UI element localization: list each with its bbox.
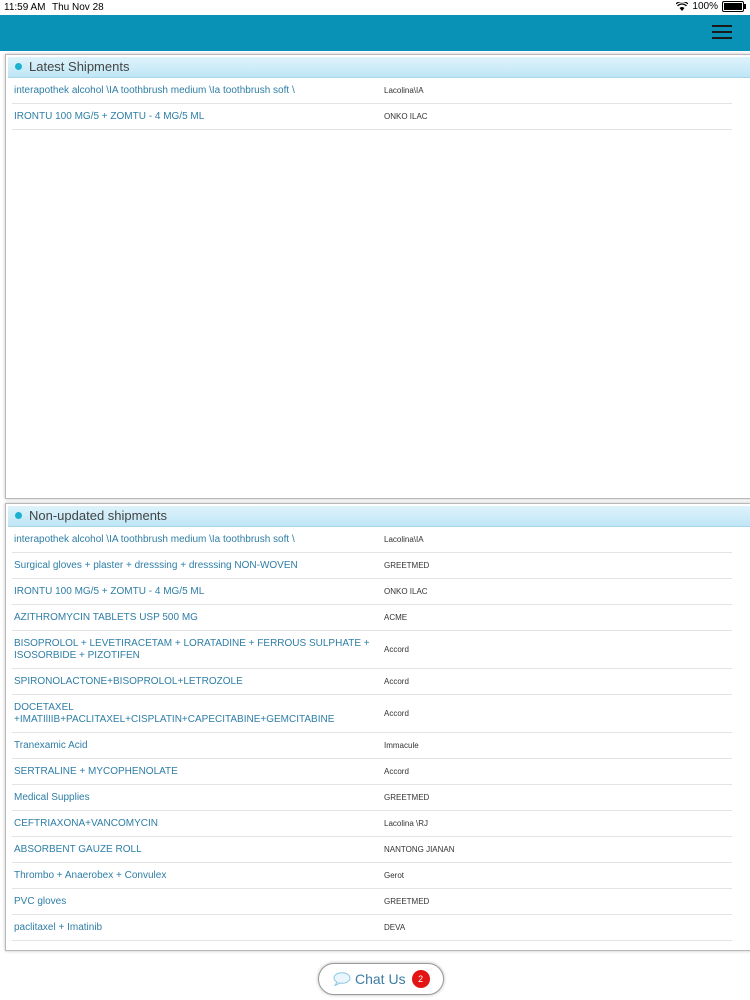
shipment-row[interactable]: ABSORBENT GAUZE ROLL NANTONG JIANAN xyxy=(12,837,732,863)
non-updated-shipments-list: interapothek alcohol \IA toothbrush medi… xyxy=(6,527,750,941)
latest-shipments-header: Latest Shipments xyxy=(8,57,750,78)
shipment-row[interactable]: AZITHROMYCIN TABLETS USP 500 MG ACME xyxy=(12,605,732,631)
shipment-name: DOCETAXEL +IMATIlIIB+PACLITAXEL+CISPLATI… xyxy=(14,701,335,725)
shipment-vendor: Accord xyxy=(384,767,409,776)
shipment-name: Thrombo + Anaerobex + Convulex xyxy=(14,869,167,881)
wifi-icon xyxy=(676,2,689,11)
battery-percent: 100% xyxy=(692,1,718,12)
shipment-name: Surgical gloves + plaster + dresssing + … xyxy=(14,559,298,571)
status-time: 11:59 AM xyxy=(4,2,46,13)
status-right: 100% xyxy=(676,1,746,12)
shipment-row[interactable]: Medical Supplies GREETMED xyxy=(12,785,732,811)
bullet-icon xyxy=(15,512,22,519)
shipment-name: PVC gloves xyxy=(14,895,67,907)
shipment-row[interactable]: Thrombo + Anaerobex + Convulex Gerot xyxy=(12,863,732,889)
shipment-row[interactable]: interapothek alcohol \IA toothbrush medi… xyxy=(12,527,732,553)
shipment-row[interactable]: interapothek alcohol \IA toothbrush medi… xyxy=(12,78,732,104)
shipment-name: IRONTU 100 MG/5 + ZOMTU - 4 MG/5 ML xyxy=(14,110,205,122)
shipment-name: paclitaxel + Imatinib xyxy=(14,921,103,933)
shipment-vendor: Lacolina\IA xyxy=(384,86,424,95)
hamburger-menu-icon[interactable] xyxy=(712,25,732,41)
shipment-row[interactable]: PVC gloves GREETMED xyxy=(12,889,732,915)
shipment-vendor: Gerot xyxy=(384,871,405,880)
shipment-vendor: Lacolina \RJ xyxy=(384,819,429,828)
shipment-vendor: Accord xyxy=(384,709,409,718)
shipment-row[interactable]: BISOPROLOL + LEVETIRACETAM + LORATADINE … xyxy=(12,631,732,669)
shipment-name: interapothek alcohol \IA toothbrush medi… xyxy=(14,533,295,545)
shipment-vendor: ONKO ILAC xyxy=(384,587,428,596)
shipment-name: interapothek alcohol \IA toothbrush medi… xyxy=(14,84,295,96)
shipment-row[interactable]: IRONTU 100 MG/5 + ZOMTU - 4 MG/5 ML ONKO … xyxy=(12,579,732,605)
chat-bubble-icon xyxy=(333,972,351,987)
chat-us-label: Chat Us xyxy=(355,971,406,987)
chat-us-button[interactable]: Chat Us 2 xyxy=(318,963,444,995)
shipment-name: Medical Supplies xyxy=(14,791,90,803)
bullet-icon xyxy=(15,63,22,70)
status-date: Thu Nov 28 xyxy=(52,2,104,13)
latest-shipments-list: interapothek alcohol \IA toothbrush medi… xyxy=(6,78,750,130)
shipment-name: BISOPROLOL + LEVETIRACETAM + LORATADINE … xyxy=(14,637,370,661)
shipment-vendor: Immacule xyxy=(384,741,419,750)
shipment-vendor: GREETMED xyxy=(384,897,430,906)
shipment-row[interactable]: CEFTRIAXONA+VANCOMYCIN Lacolina \RJ xyxy=(12,811,732,837)
battery-icon xyxy=(722,1,746,12)
shipment-name: IRONTU 100 MG/5 + ZOMTU - 4 MG/5 ML xyxy=(14,585,205,597)
shipment-name: SPIRONOLACTONE+BISOPROLOL+LETROZOLE xyxy=(14,675,243,687)
shipment-name: Tranexamic Acid xyxy=(14,739,88,751)
shipment-vendor: Lacolina\IA xyxy=(384,535,424,544)
shipment-vendor: ONKO ILAC xyxy=(384,112,428,121)
latest-shipments-title: Latest Shipments xyxy=(29,59,130,74)
non-updated-shipments-title: Non-updated shipments xyxy=(29,508,168,523)
shipment-name: SERTRALINE + MYCOPHENOLATE xyxy=(14,765,178,777)
shipment-vendor: GREETMED xyxy=(384,793,430,802)
non-updated-shipments-panel: Non-updated shipments interapothek alcoh… xyxy=(5,503,750,951)
shipment-row[interactable]: DOCETAXEL +IMATIlIIB+PACLITAXEL+CISPLATI… xyxy=(12,695,732,733)
shipment-vendor: Accord xyxy=(384,645,409,654)
shipment-vendor: DEVA xyxy=(384,923,406,932)
shipment-row[interactable]: SPIRONOLACTONE+BISOPROLOL+LETROZOLE Accor… xyxy=(12,669,732,695)
shipment-row[interactable]: IRONTU 100 MG/5 + ZOMTU - 4 MG/5 ML ONKO … xyxy=(12,104,732,130)
shipment-row[interactable]: SERTRALINE + MYCOPHENOLATE Accord xyxy=(12,759,732,785)
shipment-vendor: GREETMED xyxy=(384,561,430,570)
top-navbar xyxy=(0,15,750,51)
latest-shipments-panel: Latest Shipments interapothek alcohol \I… xyxy=(5,54,750,499)
shipment-vendor: Accord xyxy=(384,677,409,686)
shipment-vendor: ACME xyxy=(384,613,408,622)
status-bar: 11:59 AM Thu Nov 28 100% xyxy=(0,0,750,15)
shipment-name: CEFTRIAXONA+VANCOMYCIN xyxy=(14,817,158,829)
shipment-row[interactable]: Surgical gloves + plaster + dresssing + … xyxy=(12,553,732,579)
shipment-name: ABSORBENT GAUZE ROLL xyxy=(14,843,142,855)
chat-unread-badge: 2 xyxy=(411,970,430,988)
shipment-name: AZITHROMYCIN TABLETS USP 500 MG xyxy=(14,611,198,623)
non-updated-shipments-header: Non-updated shipments xyxy=(8,506,750,527)
shipment-vendor: NANTONG JIANAN xyxy=(384,845,455,854)
shipment-row[interactable]: Tranexamic Acid Immacule xyxy=(12,733,732,759)
shipment-row[interactable]: paclitaxel + Imatinib DEVA xyxy=(12,915,732,941)
